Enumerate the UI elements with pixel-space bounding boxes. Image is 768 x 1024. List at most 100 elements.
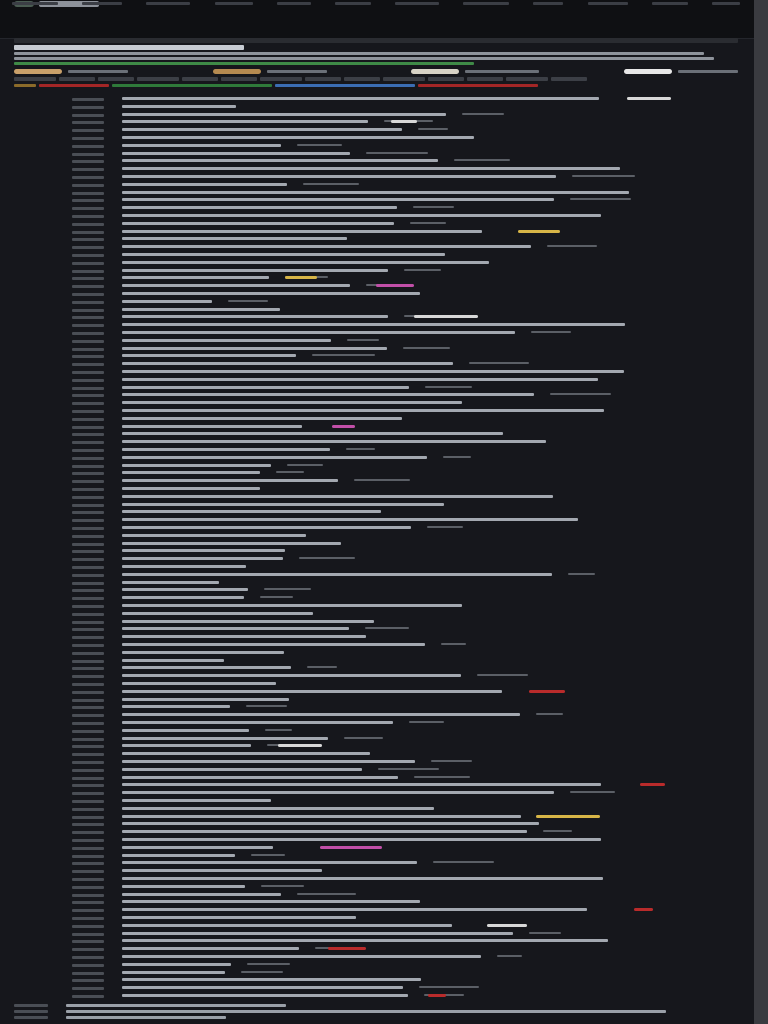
row-title[interactable] — [122, 495, 553, 498]
list-item[interactable] — [0, 307, 740, 314]
list-item[interactable] — [0, 104, 740, 111]
row-title[interactable] — [122, 331, 515, 334]
row-title[interactable] — [122, 713, 520, 716]
row-title[interactable] — [122, 487, 260, 490]
list-item[interactable] — [0, 252, 740, 259]
list-item[interactable] — [0, 650, 740, 657]
list-item[interactable] — [0, 720, 740, 727]
list-item[interactable] — [0, 486, 740, 493]
list-item[interactable] — [0, 736, 740, 743]
row-title[interactable] — [122, 510, 381, 513]
filter-chip[interactable] — [411, 68, 540, 74]
list-item[interactable] — [0, 868, 740, 875]
row-title[interactable] — [122, 198, 554, 201]
row-title[interactable] — [122, 214, 601, 217]
list-item[interactable] — [0, 408, 740, 415]
list-item[interactable] — [0, 728, 740, 735]
highlight-note[interactable] — [14, 62, 474, 65]
row-title[interactable] — [122, 963, 231, 966]
list-item[interactable] — [0, 236, 740, 243]
list-item[interactable] — [0, 829, 740, 836]
list-item[interactable] — [0, 892, 740, 899]
list-item[interactable] — [0, 634, 740, 641]
list-item[interactable] — [0, 673, 740, 680]
list-item[interactable] — [0, 798, 740, 805]
row-title[interactable] — [122, 448, 330, 451]
list-item[interactable] — [0, 697, 740, 704]
list-item[interactable] — [0, 182, 740, 189]
row-title[interactable] — [122, 105, 236, 108]
list-item[interactable] — [0, 533, 740, 540]
row-title[interactable] — [122, 807, 434, 810]
row-title[interactable] — [122, 471, 260, 474]
list-item[interactable] — [0, 845, 740, 852]
list-item[interactable] — [0, 447, 740, 454]
row-title[interactable] — [122, 885, 245, 888]
row-title[interactable] — [122, 994, 408, 997]
nav-item[interactable] — [463, 2, 510, 5]
row-title[interactable] — [122, 136, 474, 139]
highlight-tag[interactable] — [487, 924, 527, 927]
nav-item[interactable] — [651, 2, 688, 5]
list-item[interactable] — [0, 907, 740, 914]
list-item[interactable] — [0, 494, 740, 501]
list-item[interactable] — [0, 611, 740, 618]
list-item[interactable] — [0, 993, 740, 1000]
row-title[interactable] — [122, 269, 388, 272]
row-title[interactable] — [122, 557, 283, 560]
row-title[interactable] — [122, 846, 273, 849]
list-item[interactable] — [0, 938, 740, 945]
row-title[interactable] — [122, 323, 625, 326]
row-title[interactable] — [122, 315, 388, 318]
row-title[interactable] — [122, 698, 289, 701]
list-item[interactable] — [0, 135, 740, 142]
row-title[interactable] — [122, 144, 281, 147]
highlight-tag[interactable] — [529, 690, 565, 693]
list-item[interactable] — [0, 478, 740, 485]
highlight-tag[interactable] — [627, 97, 671, 100]
row-title[interactable] — [122, 760, 415, 763]
list-item[interactable] — [0, 158, 740, 165]
row-title[interactable] — [122, 222, 394, 225]
row-title[interactable] — [122, 581, 219, 584]
row-title[interactable] — [122, 120, 368, 123]
row-title[interactable] — [122, 401, 462, 404]
list-item[interactable] — [0, 946, 740, 953]
row-title[interactable] — [122, 573, 552, 576]
list-item[interactable] — [0, 283, 740, 290]
row-title[interactable] — [122, 378, 598, 381]
list-item[interactable] — [0, 658, 740, 665]
highlight-tag[interactable] — [414, 315, 478, 318]
list-item[interactable] — [0, 112, 740, 119]
list-item[interactable] — [0, 174, 740, 181]
highlight-tag[interactable] — [328, 947, 366, 950]
row-title[interactable] — [122, 721, 393, 724]
row-title[interactable] — [122, 261, 489, 264]
row-title[interactable] — [122, 237, 347, 240]
list-item[interactable] — [0, 275, 740, 282]
row-title[interactable] — [122, 542, 341, 545]
list-item[interactable] — [0, 416, 740, 423]
list-item[interactable] — [0, 346, 740, 353]
list-item[interactable] — [0, 127, 740, 134]
highlight-tag[interactable] — [640, 783, 665, 786]
row-title[interactable] — [122, 674, 461, 677]
row-title[interactable] — [122, 916, 356, 919]
list-item[interactable] — [0, 431, 740, 438]
list-item[interactable] — [0, 564, 740, 571]
row-title[interactable] — [122, 651, 284, 654]
list-item[interactable] — [0, 322, 740, 329]
row-title[interactable] — [122, 900, 420, 903]
list-item[interactable] — [0, 244, 740, 251]
list-item[interactable] — [0, 853, 740, 860]
row-title[interactable] — [122, 253, 445, 256]
row-title[interactable] — [122, 924, 452, 927]
list-item[interactable] — [0, 517, 740, 524]
list-item[interactable] — [0, 751, 740, 758]
row-title[interactable] — [122, 854, 235, 857]
list-item[interactable] — [0, 299, 740, 306]
nav-item[interactable] — [587, 2, 628, 5]
row-title[interactable] — [122, 534, 306, 537]
row-title[interactable] — [122, 97, 599, 100]
row-title[interactable] — [122, 744, 251, 747]
